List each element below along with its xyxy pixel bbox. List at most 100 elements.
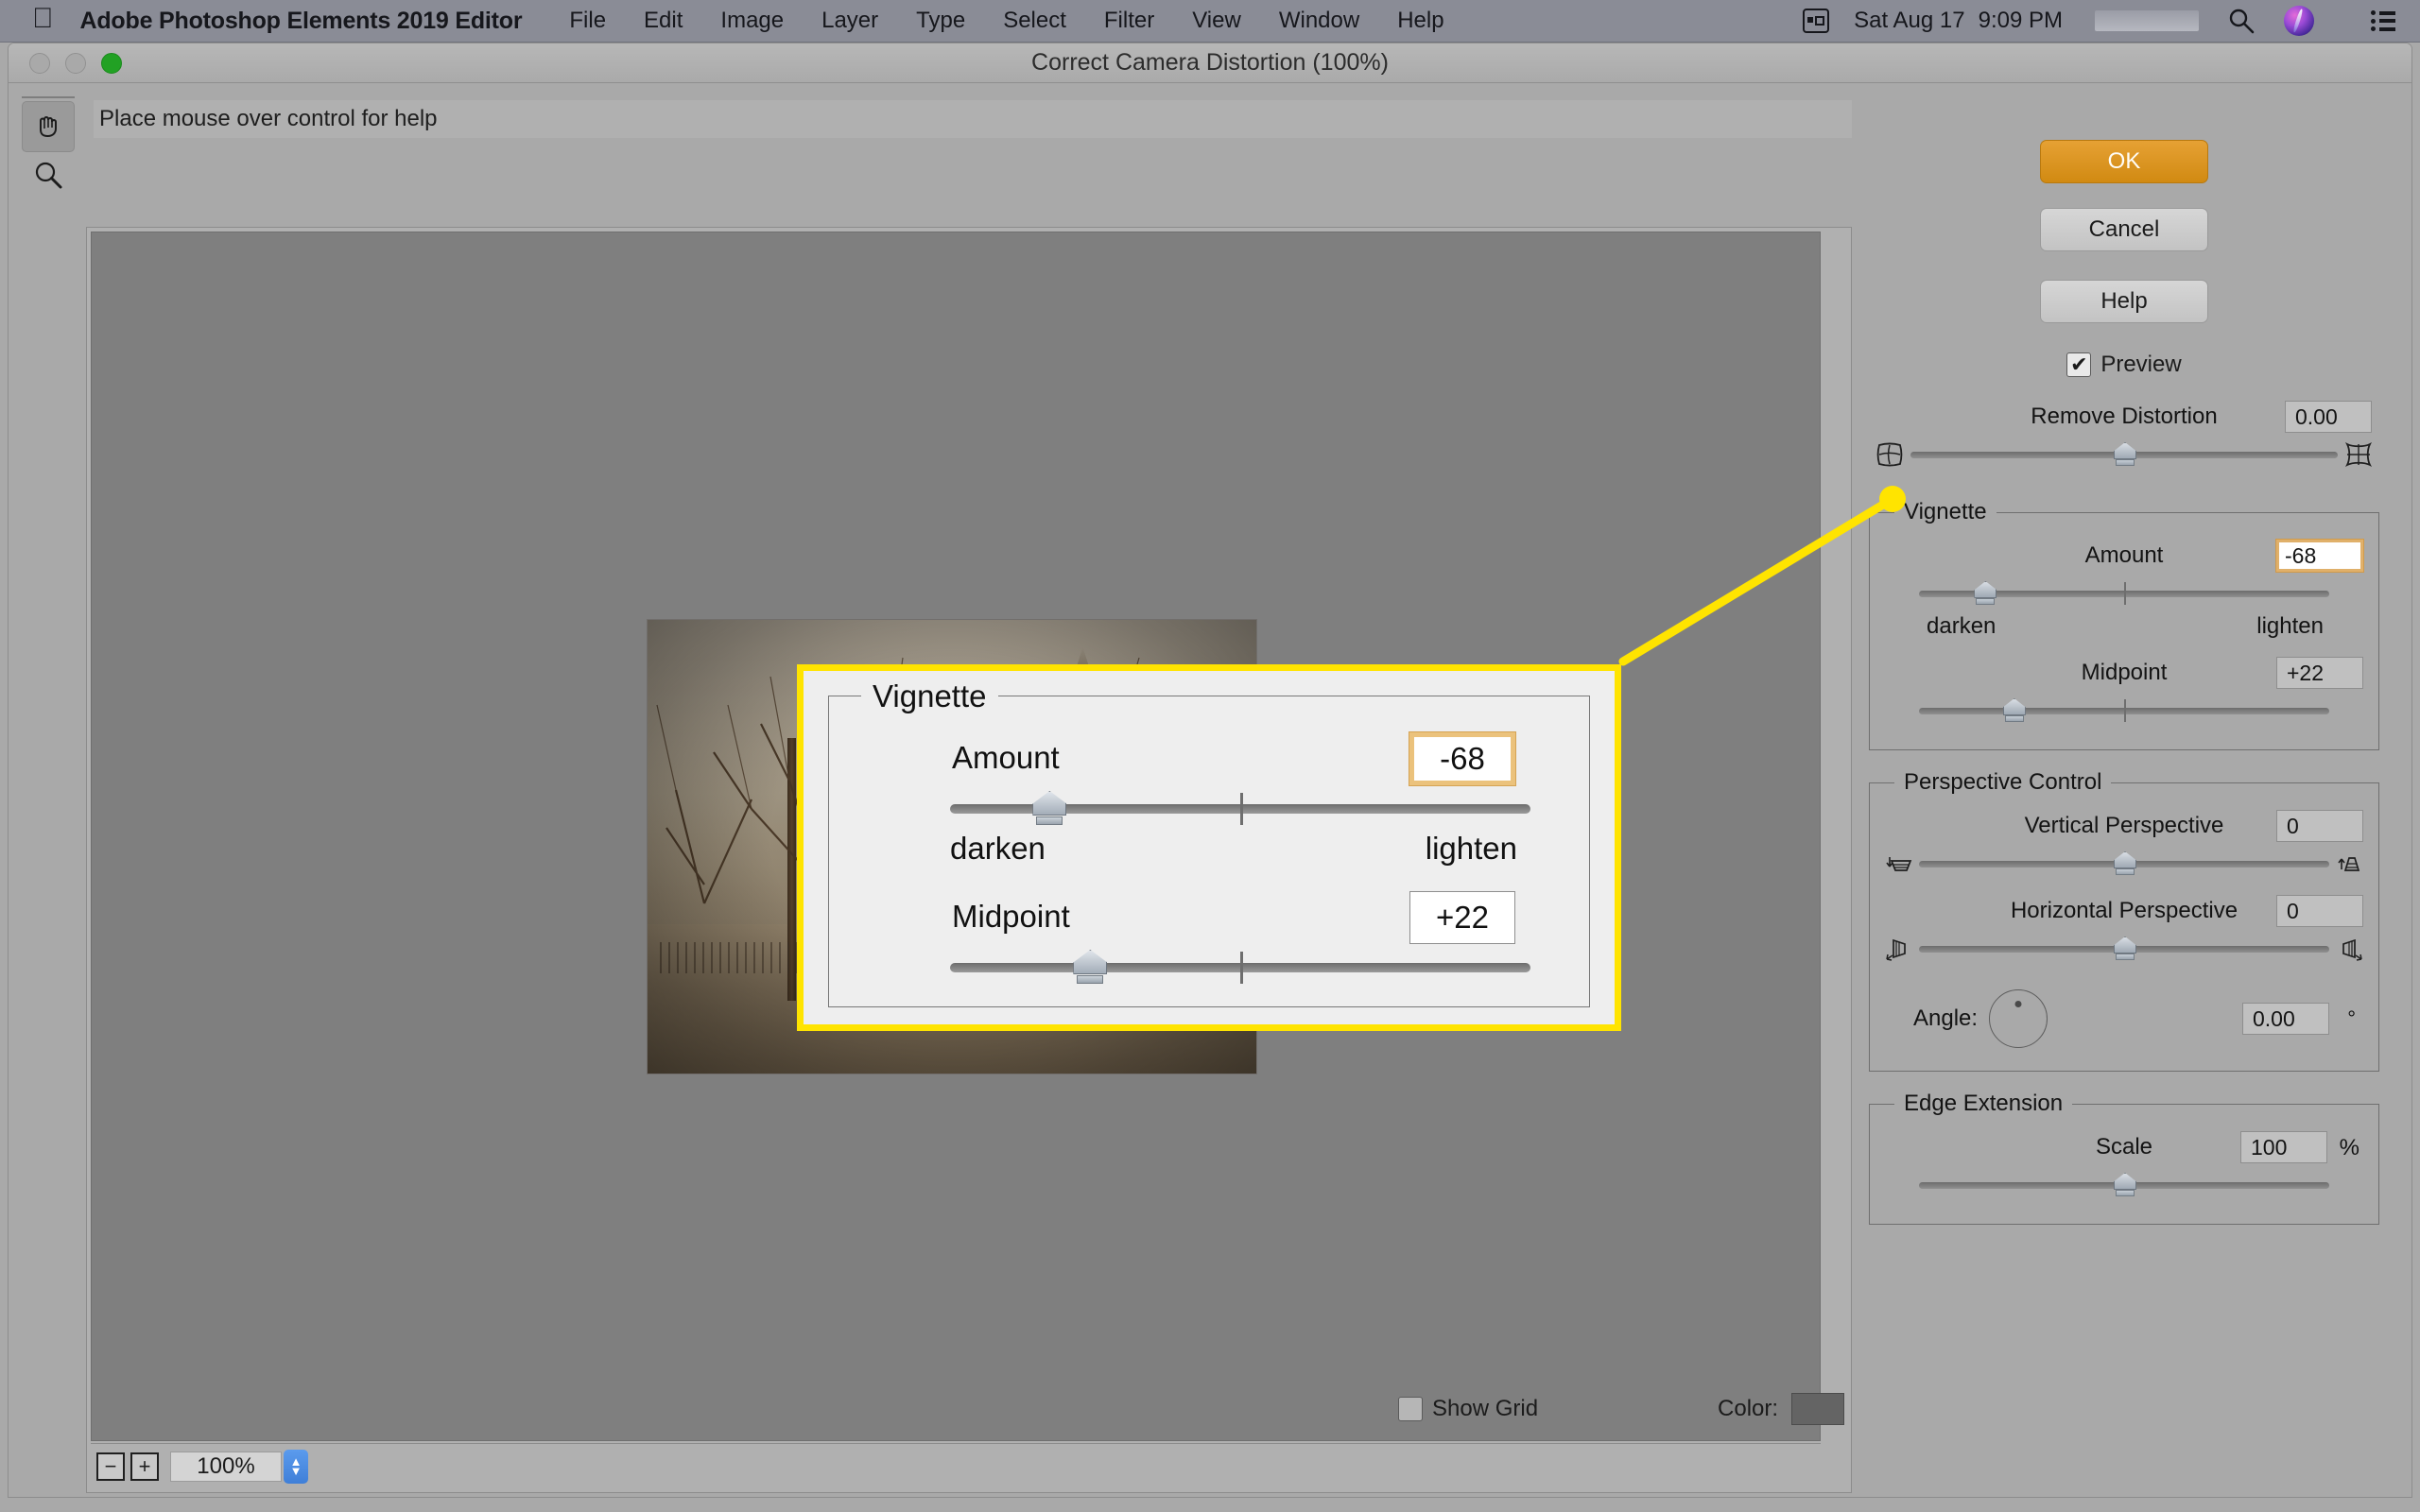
vignette-amount-control: Amount -68 darken lighten xyxy=(1877,539,2371,640)
menu-select[interactable]: Select xyxy=(984,8,1085,34)
preview-checkbox-row[interactable]: ✔ Preview xyxy=(1869,352,2379,378)
callout-lighten-label: lighten xyxy=(1425,831,1517,866)
angle-control: Angle: 0.00 ° xyxy=(1877,989,2371,1048)
menu-filter[interactable]: Filter xyxy=(1085,8,1173,34)
callout-amount-label: Amount xyxy=(952,740,1060,775)
vertical-perspective-header: Vertical Perspective 0 xyxy=(1877,810,2371,842)
vignette-group: Vignette Amount -68 darken lighten Midpo… xyxy=(1869,499,2379,750)
vertical-perspective-slider[interactable] xyxy=(1919,851,2329,876)
apple-icon[interactable]:  xyxy=(32,5,54,33)
slider-thumb[interactable] xyxy=(1032,791,1064,825)
edge-extension-group-title: Edge Extension xyxy=(1894,1091,2073,1117)
slider-left-spacer xyxy=(1877,695,1919,727)
help-button[interactable]: Help xyxy=(2040,280,2208,323)
menu-image[interactable]: Image xyxy=(701,8,803,34)
remove-distortion-value[interactable]: 0.00 xyxy=(2285,401,2372,433)
menu-help[interactable]: Help xyxy=(1378,8,1462,34)
slider-right-spacer xyxy=(2329,577,2371,610)
control-center-icon[interactable] xyxy=(2342,10,2395,31)
slider-thumb[interactable] xyxy=(2114,936,2135,960)
callout-vignette-group: Vignette Amount -68 darken lighten Midpo… xyxy=(828,679,1590,1007)
hand-tool-button[interactable] xyxy=(22,101,75,152)
screen:  Adobe Photoshop Elements 2019 Editor F… xyxy=(0,0,2420,1512)
siri-icon[interactable] xyxy=(2284,6,2314,36)
remove-distortion-label: Remove Distortion xyxy=(2031,404,2218,429)
vertical-perspective-value[interactable]: 0 xyxy=(2276,810,2363,842)
menubar-status-items: Sat Aug 17 9:09 PM xyxy=(1774,6,2420,36)
menubar-clock[interactable]: Sat Aug 17 9:09 PM xyxy=(1854,8,2063,34)
search-icon[interactable] xyxy=(2227,7,2256,35)
active-app-name[interactable]: Adobe Photoshop Elements 2019 Editor xyxy=(80,8,523,35)
vertical-perspective-label: Vertical Perspective xyxy=(2024,813,2224,838)
slider-thumb[interactable] xyxy=(1974,581,1996,605)
macos-menu-bar:  Adobe Photoshop Elements 2019 Editor F… xyxy=(0,0,2420,43)
remove-distortion-control: Remove Distortion 0.00 xyxy=(1869,401,2379,471)
menu-items: File Edit Image Layer Type Select Filter… xyxy=(550,8,1462,34)
menubar-time: 9:09 PM xyxy=(1978,8,2063,33)
vignette-amount-slider-row xyxy=(1877,577,2371,610)
vignette-midpoint-slider[interactable] xyxy=(1919,698,2329,723)
cancel-button[interactable]: Cancel xyxy=(2040,208,2208,251)
scale-label: Scale xyxy=(2095,1134,2153,1160)
vertical-perspective-slider-row xyxy=(1877,848,2371,880)
scale-unit: % xyxy=(2339,1135,2360,1160)
slider-left-spacer xyxy=(1877,1169,1919,1201)
menu-view[interactable]: View xyxy=(1173,8,1260,34)
callout-amount-slider[interactable] xyxy=(950,793,1530,825)
callout-amount-value[interactable]: -68 xyxy=(1409,731,1516,786)
callout-midpoint-slider[interactable] xyxy=(950,952,1530,984)
menu-window[interactable]: Window xyxy=(1260,8,1378,34)
dialog-titlebar[interactable]: Correct Camera Distortion (100%) xyxy=(9,43,2411,83)
callout-vignette-title: Vignette xyxy=(861,679,998,714)
vignette-midpoint-value[interactable]: +22 xyxy=(2276,657,2363,689)
slider-thumb[interactable] xyxy=(2114,851,2135,875)
vignette-lighten-label: lighten xyxy=(2256,613,2324,639)
vignette-amount-value[interactable]: -68 xyxy=(2275,539,2364,573)
slider-thumb[interactable] xyxy=(2114,442,2135,466)
remove-distortion-slider[interactable] xyxy=(1910,442,2338,467)
tool-strip xyxy=(22,96,77,188)
vignette-amount-range-labels: darken lighten xyxy=(1877,613,2371,640)
horizontal-perspective-slider[interactable] xyxy=(1919,936,2329,961)
slider-thumb[interactable] xyxy=(2003,698,2024,722)
slider-thumb[interactable] xyxy=(1073,950,1105,984)
vignette-amount-slider[interactable] xyxy=(1919,581,2329,606)
scale-value[interactable]: 100 xyxy=(2240,1131,2327,1163)
callout-midpoint-label: Midpoint xyxy=(952,899,1070,934)
vignette-darken-label: darken xyxy=(1927,613,1996,639)
angle-value[interactable]: 0.00 xyxy=(2242,1003,2329,1035)
edge-extension-group: Edge Extension Scale 100 % xyxy=(1869,1091,2379,1225)
menu-type[interactable]: Type xyxy=(897,8,984,34)
show-grid-checkbox[interactable] xyxy=(1398,1397,1423,1421)
slider-thumb[interactable] xyxy=(2114,1173,2135,1196)
menubar-date: Sat Aug 17 xyxy=(1854,8,1965,33)
scale-slider-row xyxy=(1877,1169,2371,1201)
slider-center-tick xyxy=(1240,952,1243,984)
horizontal-perspective-value[interactable]: 0 xyxy=(2276,895,2363,927)
slider-center-tick xyxy=(2124,699,2126,722)
angle-dial-icon[interactable] xyxy=(1989,989,2048,1048)
preview-checkbox[interactable]: ✔ xyxy=(2066,352,2092,377)
vignette-amount-header: Amount -68 xyxy=(1877,539,2371,573)
slider-right-spacer xyxy=(2329,1169,2371,1201)
scale-slider[interactable] xyxy=(1919,1173,2329,1197)
battery-icon[interactable] xyxy=(2095,10,2199,31)
remove-distortion-header: Remove Distortion 0.00 xyxy=(1869,401,2379,433)
tool-strip-divider xyxy=(22,96,75,98)
barrel-distortion-icon xyxy=(1869,438,1910,471)
vignette-midpoint-header: Midpoint +22 xyxy=(1877,657,2371,689)
screen-mirroring-icon[interactable] xyxy=(1803,9,1830,33)
zoom-tool-button[interactable] xyxy=(22,152,75,203)
scale-control: Scale 100 % xyxy=(1877,1131,2371,1201)
vertical-perspective-down-icon xyxy=(1877,848,1919,880)
menu-edit[interactable]: Edit xyxy=(625,8,701,34)
ok-button[interactable]: OK xyxy=(2040,140,2208,183)
slider-center-tick xyxy=(2124,582,2126,605)
grid-color-swatch[interactable] xyxy=(1791,1393,1845,1425)
vertical-perspective-up-icon xyxy=(2329,848,2371,880)
callout-inner: Vignette Amount -68 darken lighten Midpo… xyxy=(804,671,1615,1024)
callout-midpoint-value[interactable]: +22 xyxy=(1409,891,1515,944)
vignette-midpoint-slider-row xyxy=(1877,695,2371,727)
menu-layer[interactable]: Layer xyxy=(803,8,897,34)
menu-file[interactable]: File xyxy=(550,8,625,34)
